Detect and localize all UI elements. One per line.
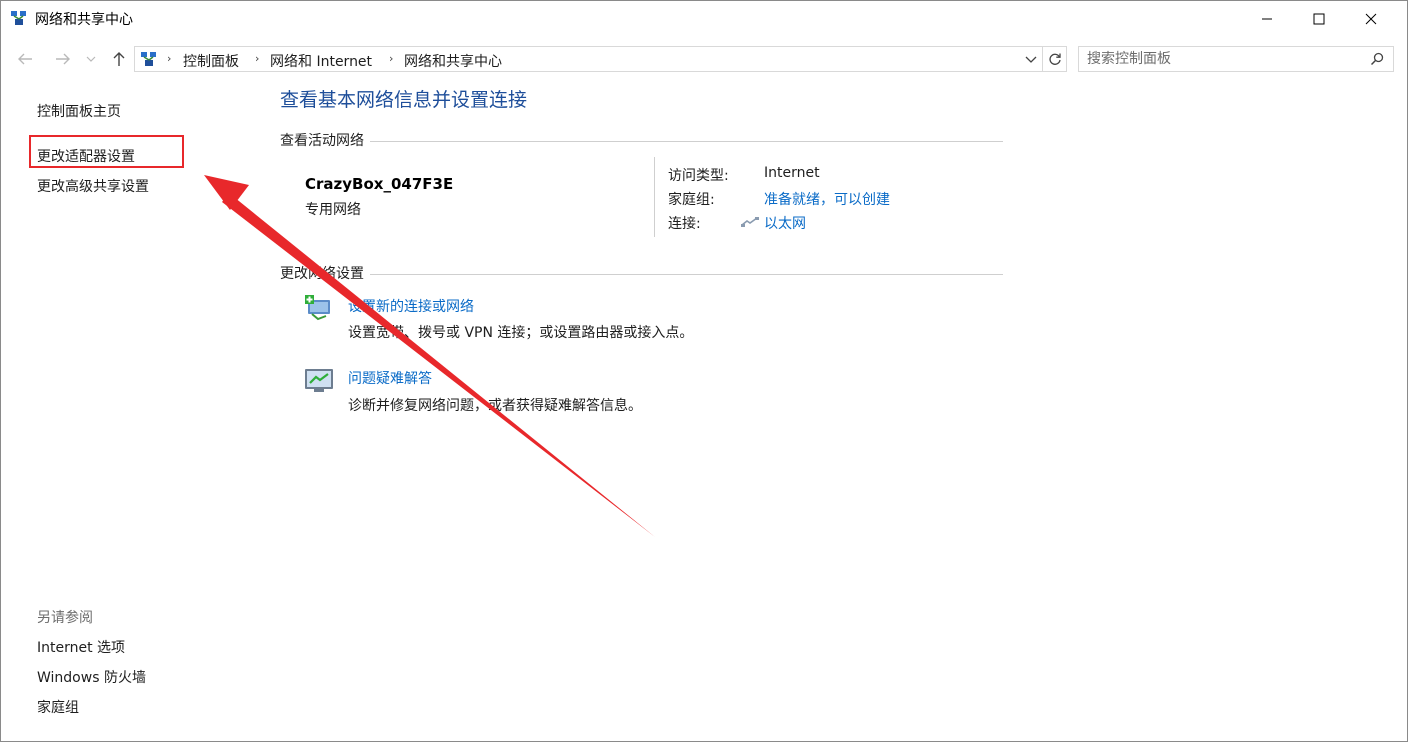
arrow-right-icon <box>56 53 70 65</box>
arrow-up-icon <box>113 52 125 66</box>
breadcrumb-separator-icon[interactable]: › <box>389 52 393 65</box>
homegroup-link[interactable]: 准备就绪，可以创建 <box>764 189 890 209</box>
minimize-button[interactable] <box>1242 0 1292 38</box>
network-center-icon <box>11 11 26 25</box>
window-frame <box>0 0 1408 742</box>
new-connection-icon <box>305 295 330 321</box>
troubleshoot-icon <box>305 369 333 392</box>
back-button[interactable] <box>14 48 36 70</box>
chevron-down-icon[interactable] <box>1025 56 1037 64</box>
vertical-divider <box>654 157 655 237</box>
ethernet-icon <box>741 217 759 227</box>
maximize-button[interactable] <box>1294 0 1344 38</box>
page-title: 查看基本网络信息并设置连接 <box>280 89 528 111</box>
chevron-down-icon <box>86 56 96 62</box>
access-type-label: 访问类型: <box>668 168 729 184</box>
breadcrumb-control-panel[interactable]: 控制面板 <box>183 51 239 71</box>
breadcrumb-separator-icon[interactable]: › <box>255 52 259 65</box>
refresh-button[interactable] <box>1043 46 1067 72</box>
title-bar[interactable]: 网络和共享中心 <box>0 0 1406 38</box>
homegroup-label: 家庭组: <box>668 192 715 208</box>
sidebar-link-control-panel-home[interactable]: 控制面板主页 <box>37 101 121 121</box>
see-also-title: 另请参阅 <box>37 610 93 626</box>
see-also-windows-firewall[interactable]: Windows 防火墙 <box>37 667 146 687</box>
breadcrumb-separator-icon[interactable]: › <box>167 52 171 65</box>
search-box[interactable] <box>1078 46 1394 72</box>
change-network-settings-label: 更改网络设置 <box>280 263 370 283</box>
see-also-internet-options[interactable]: Internet 选项 <box>37 637 125 657</box>
window-title: 网络和共享中心 <box>35 12 133 28</box>
section-divider <box>280 141 1003 142</box>
sidebar-link-advanced-sharing-settings[interactable]: 更改高级共享设置 <box>37 176 149 196</box>
search-input[interactable] <box>1087 50 1357 68</box>
troubleshoot-problems-link[interactable]: 问题疑难解答 <box>348 368 432 388</box>
breadcrumb-network-sharing-center[interactable]: 网络和共享中心 <box>404 51 502 71</box>
active-networks-label: 查看活动网络 <box>280 130 370 150</box>
troubleshoot-problems-description: 诊断并修复网络问题，或者获得疑难解答信息。 <box>348 398 642 414</box>
search-icon[interactable] <box>1370 52 1384 66</box>
arrow-left-icon <box>18 53 32 65</box>
close-icon <box>1365 13 1377 25</box>
network-center-icon <box>141 52 156 66</box>
sidebar-link-change-adapter-settings[interactable]: 更改适配器设置 <box>37 146 135 166</box>
section-divider <box>280 274 1003 275</box>
see-also-homegroup[interactable]: 家庭组 <box>37 697 79 717</box>
breadcrumb-network-internet[interactable]: 网络和 Internet <box>270 51 372 71</box>
network-category: 专用网络 <box>305 202 361 218</box>
maximize-icon <box>1313 13 1325 25</box>
ethernet-link[interactable]: 以太网 <box>764 213 806 233</box>
up-button[interactable] <box>108 48 130 70</box>
close-button[interactable] <box>1346 0 1396 38</box>
setup-new-connection-link[interactable]: 设置新的连接或网络 <box>348 296 474 316</box>
minimize-icon <box>1262 18 1272 20</box>
setup-new-connection-description: 设置宽带、拨号或 VPN 连接；或设置路由器或接入点。 <box>348 325 694 341</box>
network-name: CrazyBox_047F3E <box>305 175 454 193</box>
refresh-icon <box>1048 53 1061 65</box>
access-type-value: Internet <box>764 165 820 181</box>
forward-button[interactable] <box>52 48 74 70</box>
recent-locations-button[interactable] <box>84 48 98 70</box>
address-bar[interactable]: › 控制面板 › 网络和 Internet › 网络和共享中心 <box>134 46 1043 72</box>
connection-label: 连接: <box>668 216 701 232</box>
